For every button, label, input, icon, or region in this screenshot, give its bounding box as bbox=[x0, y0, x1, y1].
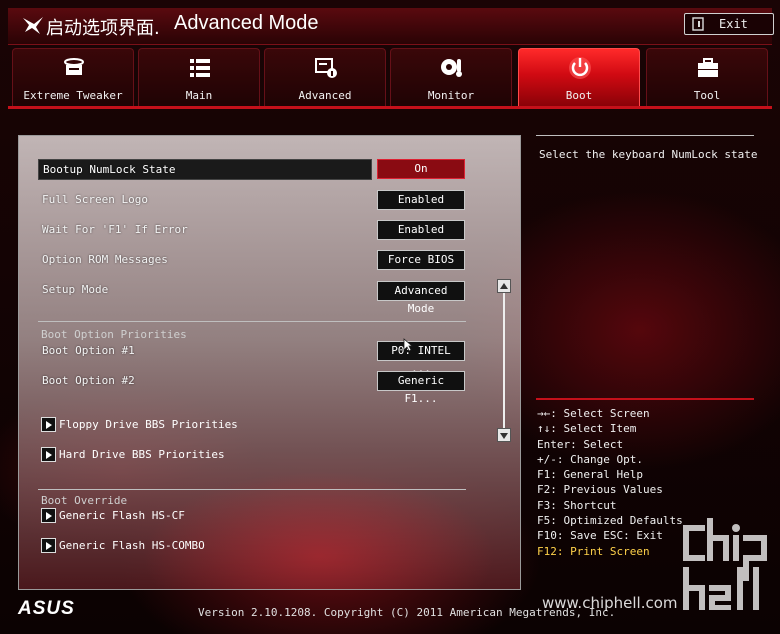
key-hint-print-screen: F12: Print Screen bbox=[537, 544, 650, 558]
tab-label: Boot bbox=[565, 89, 593, 102]
boot-option-2-select[interactable]: Generic F1... bbox=[377, 371, 465, 405]
key-hint: F10: Save ESC: Exit bbox=[537, 529, 663, 543]
exit-button[interactable]: Exit bbox=[684, 13, 774, 35]
list-icon bbox=[190, 59, 210, 77]
page-title-mode: Advanced Mode bbox=[174, 12, 319, 34]
boot-option-1-select[interactable]: P0: INTEL ... bbox=[377, 341, 465, 375]
tab-label: Advanced bbox=[298, 89, 352, 102]
full-screen-logo-select[interactable]: Enabled bbox=[377, 190, 465, 210]
extreme-tweaker-icon bbox=[64, 58, 84, 75]
power-icon bbox=[569, 57, 591, 79]
key-hint: F3: Shortcut bbox=[537, 498, 617, 512]
chevron-right-icon bbox=[41, 417, 56, 432]
page-title-cn: 启动选项界面. bbox=[46, 18, 160, 39]
setting-label: Bootup NumLock State bbox=[43, 163, 176, 176]
tab-advanced[interactable]: Advanced bbox=[264, 48, 386, 106]
tab-label: Main bbox=[185, 89, 213, 102]
boot-override-heading: Boot Override bbox=[41, 494, 128, 507]
key-hint: F2: Previous Values bbox=[537, 483, 663, 497]
tab-label: Monitor bbox=[427, 89, 475, 102]
key-legend: →←: Select Screen ↑↓: Select Item Enter:… bbox=[537, 407, 683, 560]
key-hint: F1: General Help bbox=[537, 468, 643, 482]
tab-extreme-tweaker[interactable]: Extreme Tweaker bbox=[12, 48, 134, 106]
tab-main[interactable]: Main bbox=[138, 48, 260, 106]
chevron-right-icon bbox=[41, 447, 56, 462]
key-hint: F5: Optimized Defaults bbox=[537, 514, 683, 528]
tab-boot[interactable]: Boot bbox=[518, 48, 640, 106]
exit-door-icon bbox=[692, 17, 704, 31]
help-description: Select the keyboard NumLock state bbox=[539, 148, 758, 161]
chevron-right-icon bbox=[41, 538, 56, 553]
scroll-up-button[interactable] bbox=[497, 279, 511, 293]
asus-logo: ASUS bbox=[18, 598, 75, 619]
help-divider bbox=[536, 135, 754, 136]
boot-option-2-label: Boot Option #2 bbox=[42, 374, 135, 387]
key-hint: ↑↓: Select Item bbox=[537, 422, 637, 436]
setting-label-setup-mode: Setup Mode bbox=[42, 283, 109, 296]
boot-priorities-heading: Boot Option Priorities bbox=[41, 328, 187, 341]
scroll-down-button[interactable] bbox=[497, 428, 511, 442]
wait-f1-select[interactable]: Enabled bbox=[377, 220, 465, 240]
tab-bar-underline bbox=[8, 106, 772, 109]
exit-label: Exit bbox=[719, 17, 748, 31]
setting-label-full-screen-logo: Full Screen Logo bbox=[42, 193, 148, 206]
tab-label: Tool bbox=[693, 89, 721, 102]
submenu-label: Floppy Drive BBS Priorities bbox=[59, 418, 238, 431]
scrollbar-track[interactable] bbox=[503, 288, 505, 433]
setting-label-option-rom: Option ROM Messages bbox=[42, 253, 168, 266]
key-hint: +/-: Change Opt. bbox=[537, 452, 643, 466]
chevron-right-icon bbox=[41, 508, 56, 523]
setting-row-bootup-numlock[interactable]: Bootup NumLock State bbox=[38, 159, 372, 180]
advanced-settings-icon bbox=[315, 58, 337, 78]
divider bbox=[38, 321, 466, 322]
bios-screen: 启动选项界面. Advanced Mode Exit Extreme Tweak… bbox=[0, 0, 780, 634]
option-rom-select[interactable]: Force BIOS bbox=[377, 250, 465, 270]
setup-mode-select[interactable]: Advanced Mode bbox=[377, 281, 465, 315]
boot-override-label: Generic Flash HS-COMBO bbox=[59, 539, 205, 552]
numlock-value-select[interactable]: On bbox=[377, 159, 465, 179]
divider bbox=[38, 489, 466, 490]
header-bar: 启动选项界面. Advanced Mode Exit bbox=[8, 8, 774, 45]
submenu-label: Hard Drive BBS Priorities bbox=[59, 448, 225, 461]
boot-option-1-label: Boot Option #1 bbox=[42, 344, 135, 357]
setting-label-wait-f1: Wait For 'F1' If Error bbox=[42, 223, 188, 236]
key-hint: Enter: Select bbox=[537, 437, 624, 451]
tab-monitor[interactable]: Monitor bbox=[390, 48, 512, 106]
help-divider bbox=[536, 398, 754, 400]
key-hint: →←: Select Screen bbox=[537, 407, 650, 420]
boot-override-label: Generic Flash HS-CF bbox=[59, 509, 185, 522]
rog-logo-icon bbox=[23, 17, 43, 34]
tab-tool[interactable]: Tool bbox=[646, 48, 768, 106]
boot-settings-panel: Bootup NumLock State On Full Screen Logo… bbox=[18, 135, 521, 590]
tab-label: Extreme Tweaker bbox=[23, 89, 123, 102]
thermometer-fan-icon bbox=[441, 59, 462, 77]
toolbox-icon bbox=[698, 58, 718, 77]
chiphell-watermark-icon bbox=[683, 518, 767, 610]
mouse-pointer-icon bbox=[403, 338, 413, 352]
watermark-url: www.chiphell.com bbox=[542, 594, 678, 612]
